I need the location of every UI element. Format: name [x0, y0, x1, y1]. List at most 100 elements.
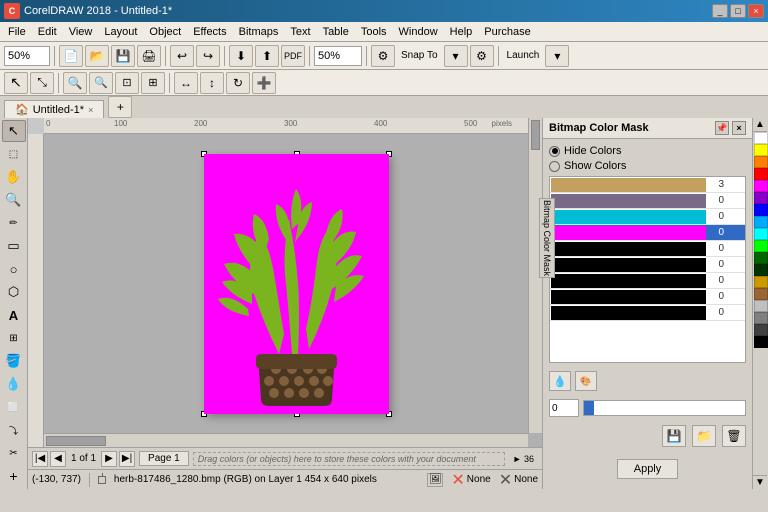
- fill-tool[interactable]: 🪣: [2, 350, 26, 372]
- color-row-8[interactable]: 0: [550, 305, 745, 321]
- export-button[interactable]: ⬆: [255, 45, 279, 67]
- open-button[interactable]: 📂: [85, 45, 109, 67]
- minimize-button[interactable]: _: [712, 4, 728, 18]
- zoom-tool-btn[interactable]: 🔍: [2, 189, 26, 211]
- palette-scroll-up[interactable]: ▲: [753, 118, 767, 132]
- color-row-4[interactable]: 0: [550, 241, 745, 257]
- tolerance-input[interactable]: 0: [549, 399, 579, 417]
- zoom-in-tool[interactable]: 🔍: [63, 72, 87, 94]
- mirror-v[interactable]: ↕: [200, 72, 224, 94]
- color-row-7[interactable]: 0: [550, 289, 745, 305]
- menu-effects[interactable]: Effects: [187, 24, 232, 40]
- color-row-6[interactable]: 0: [550, 273, 745, 289]
- tab-close-button[interactable]: ×: [88, 105, 93, 115]
- menu-help[interactable]: Help: [444, 24, 479, 40]
- menu-window[interactable]: Window: [393, 24, 444, 40]
- palette-silver[interactable]: [754, 300, 768, 312]
- slider-thumb[interactable]: [584, 401, 594, 415]
- rect-tool[interactable]: ▭: [2, 235, 26, 257]
- palette-scroll-down[interactable]: ▼: [753, 475, 767, 489]
- zoom-input[interactable]: 50%: [4, 46, 50, 66]
- menu-edit[interactable]: Edit: [32, 24, 63, 40]
- menu-layout[interactable]: Layout: [98, 24, 143, 40]
- palette-black[interactable]: [754, 336, 768, 348]
- hide-colors-option[interactable]: Hide Colors: [549, 145, 746, 157]
- palette-cyan-blue[interactable]: [754, 216, 768, 228]
- delete-mask-button[interactable]: 🗑: [722, 425, 746, 447]
- mirror-h[interactable]: ↔: [174, 72, 198, 94]
- undo-button[interactable]: ↩: [170, 45, 194, 67]
- palette-violet[interactable]: [754, 192, 768, 204]
- maximize-button[interactable]: □: [730, 4, 746, 18]
- palette-cyan[interactable]: [754, 228, 768, 240]
- palette-orange[interactable]: [754, 156, 768, 168]
- color-drop-zone[interactable]: Drag colors (or objects) here to store t…: [193, 452, 505, 466]
- color-row-2[interactable]: 0: [550, 209, 745, 225]
- palette-white[interactable]: [754, 132, 768, 144]
- eyedrop-tool-btn[interactable]: 💧: [549, 371, 571, 391]
- save-mask-button[interactable]: 💾: [662, 425, 686, 447]
- scroll-thumb-v[interactable]: [531, 120, 540, 150]
- polygon-tool[interactable]: ⬡: [2, 281, 26, 303]
- palette-magenta[interactable]: [754, 180, 768, 192]
- zoom-sel[interactable]: ⊞: [141, 72, 165, 94]
- pan-tool-btn[interactable]: ✋: [2, 166, 26, 188]
- new-tab-button[interactable]: +: [108, 96, 132, 118]
- hide-colors-radio[interactable]: [549, 146, 560, 157]
- load-mask-button[interactable]: 📁: [692, 425, 716, 447]
- transform-tool[interactable]: ⤡: [30, 72, 54, 94]
- menu-file[interactable]: File: [2, 24, 32, 40]
- scrollbar-horizontal[interactable]: [44, 433, 528, 447]
- zoom-fit[interactable]: ⊡: [115, 72, 139, 94]
- select-tool-btn[interactable]: ↖: [2, 120, 26, 142]
- settings-button[interactable]: ⚙: [470, 45, 494, 67]
- options-button[interactable]: ⚙: [371, 45, 395, 67]
- palette-yellow[interactable]: [754, 144, 768, 156]
- vertical-panel-tab[interactable]: Bitmap Color Mask: [539, 198, 555, 278]
- freehand-tool[interactable]: ✏: [2, 212, 26, 234]
- show-colors-option[interactable]: Show Colors: [549, 160, 746, 172]
- menu-view[interactable]: View: [63, 24, 99, 40]
- menu-purchase[interactable]: Purchase: [478, 24, 536, 40]
- panel-close-button[interactable]: ×: [732, 121, 746, 135]
- eyedrop-tool[interactable]: 💧: [2, 373, 26, 395]
- new-button[interactable]: 📄: [59, 45, 83, 67]
- next-page-button[interactable]: ▶: [101, 451, 117, 467]
- palette-brown[interactable]: [754, 288, 768, 300]
- close-button[interactable]: ×: [748, 4, 764, 18]
- canvas-area[interactable]: 0 100 200 300 400 500 pixels: [28, 118, 542, 447]
- color-row-3[interactable]: 0: [550, 225, 745, 241]
- panel-pin-button[interactable]: 📌: [715, 121, 729, 135]
- zoom2-input[interactable]: 50%: [314, 46, 362, 66]
- zoom-out-tool[interactable]: 🔍: [89, 72, 113, 94]
- ellipse-tool[interactable]: ○: [2, 258, 26, 280]
- menu-tools[interactable]: Tools: [355, 24, 393, 40]
- color-row-1[interactable]: 0: [550, 193, 745, 209]
- node-tool-btn[interactable]: ⬚: [2, 143, 26, 165]
- palette-dark-gray[interactable]: [754, 324, 768, 336]
- menu-text[interactable]: Text: [284, 24, 316, 40]
- snap-button[interactable]: ▾: [444, 45, 468, 67]
- view-plus[interactable]: ➕: [252, 72, 276, 94]
- palette-red[interactable]: [754, 168, 768, 180]
- pdf-button[interactable]: PDF: [281, 45, 305, 67]
- doc-tab-untitled[interactable]: 🏠 Untitled-1* ×: [4, 100, 104, 118]
- color-row-5[interactable]: 0: [550, 257, 745, 273]
- launch-button[interactable]: ▾: [545, 45, 569, 67]
- table-tool[interactable]: ⊞: [2, 327, 26, 349]
- import-button[interactable]: ⬇: [229, 45, 253, 67]
- outline-tool[interactable]: ⬜: [2, 396, 26, 418]
- color-palette[interactable]: ▲ ▼: [752, 118, 768, 489]
- menu-table[interactable]: Table: [317, 24, 355, 40]
- show-colors-radio[interactable]: [549, 161, 560, 172]
- scroll-thumb-h[interactable]: [46, 436, 106, 446]
- connector-tool[interactable]: ⤵: [2, 419, 26, 441]
- rotate-cw[interactable]: ↻: [226, 72, 250, 94]
- palette-gray[interactable]: [754, 312, 768, 324]
- redo-button[interactable]: ↪: [196, 45, 220, 67]
- palette-blue[interactable]: [754, 204, 768, 216]
- crop-tool[interactable]: ✂: [2, 442, 26, 464]
- color-list[interactable]: 3 0 0 0 0: [549, 176, 746, 363]
- palette-darker-green[interactable]: [754, 264, 768, 276]
- prev-page-button[interactable]: ◀: [50, 451, 66, 467]
